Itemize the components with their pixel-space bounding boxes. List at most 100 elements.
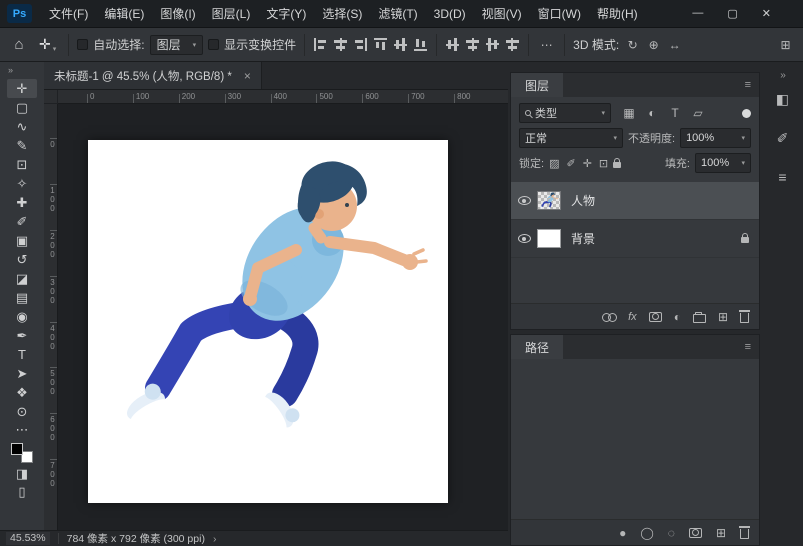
show-transform-checkbox[interactable] bbox=[208, 39, 220, 50]
menu-type[interactable]: 文字(Y) bbox=[258, 0, 314, 28]
layer-thumbnail[interactable] bbox=[537, 229, 561, 248]
layer-row-background[interactable]: 背景 bbox=[511, 220, 759, 258]
zoom-tool[interactable]: ⊙ bbox=[7, 402, 37, 421]
lock-move-icon[interactable]: ✛ bbox=[583, 157, 592, 170]
path-mask-icon[interactable] bbox=[688, 527, 702, 538]
toolbar-more-icon[interactable]: ⋯ bbox=[7, 421, 37, 439]
close-tab-icon[interactable]: × bbox=[244, 69, 251, 83]
gradient-tool[interactable]: ▤ bbox=[7, 288, 37, 307]
brush-tool[interactable]: ✐ bbox=[7, 212, 37, 231]
status-options-chevron[interactable]: › bbox=[213, 533, 217, 545]
artboard[interactable] bbox=[88, 140, 448, 503]
stroke-path-icon[interactable]: ◯ bbox=[640, 526, 653, 540]
hand-tool[interactable]: ❖ bbox=[7, 383, 37, 402]
fill-path-icon[interactable]: ● bbox=[619, 526, 626, 540]
color-swatches[interactable] bbox=[11, 443, 33, 463]
align-center-horizontal-icon[interactable] bbox=[333, 37, 349, 52]
toolbar-expand-icon[interactable]: » bbox=[0, 62, 44, 79]
align-center-vertical-icon[interactable] bbox=[393, 37, 409, 52]
path-selection-tool[interactable]: ➤ bbox=[7, 364, 37, 383]
menu-filter[interactable]: 滤镜(T) bbox=[370, 0, 425, 28]
distribute-bottom-icon[interactable] bbox=[505, 37, 521, 52]
menu-layer[interactable]: 图层(L) bbox=[204, 0, 259, 28]
menu-edit[interactable]: 编辑(E) bbox=[96, 0, 152, 28]
quick-mask-icon[interactable]: ◨ bbox=[7, 465, 37, 483]
vertical-ruler[interactable]: 0 100 200 300 400 500 600 700 bbox=[44, 104, 58, 530]
3d-pan-icon[interactable]: ⊕ bbox=[645, 38, 662, 52]
move-tool[interactable]: ✛ bbox=[7, 79, 37, 98]
lock-transparent-icon[interactable]: ▨ bbox=[549, 157, 559, 170]
eraser-tool[interactable]: ◪ bbox=[7, 269, 37, 288]
brush-settings-panel-icon[interactable]: ✐ bbox=[776, 130, 789, 147]
tab-paths[interactable]: 路径 bbox=[511, 335, 564, 359]
more-options-icon[interactable]: ⋯ bbox=[537, 35, 556, 54]
blend-mode-dropdown[interactable]: 正常 ▾ bbox=[519, 128, 623, 148]
close-button[interactable]: ✕ bbox=[762, 7, 771, 20]
distribute-top-icon[interactable] bbox=[485, 37, 501, 52]
foreground-color-swatch[interactable] bbox=[11, 443, 23, 455]
tab-layers[interactable]: 图层 bbox=[511, 73, 564, 97]
current-tool-preset[interactable]: ✛ ▾ bbox=[35, 34, 60, 55]
history-brush-tool[interactable]: ↺ bbox=[7, 250, 37, 269]
3d-rotate-icon[interactable]: ↻ bbox=[624, 38, 641, 52]
new-layer-icon[interactable]: ⊞ bbox=[718, 310, 728, 324]
blur-tool[interactable]: ◉ bbox=[7, 307, 37, 326]
new-path-icon[interactable]: ⊞ bbox=[716, 526, 726, 540]
fill-dropdown[interactable]: 100% ▾ bbox=[695, 153, 751, 173]
clone-stamp-tool[interactable]: ▣ bbox=[7, 231, 37, 250]
filter-pixel-icon[interactable]: ▦ bbox=[622, 106, 636, 120]
layer-style-icon[interactable]: fx bbox=[628, 311, 637, 323]
menu-select[interactable]: 选择(S) bbox=[314, 0, 370, 28]
filter-shape-icon[interactable]: ▱ bbox=[691, 106, 705, 120]
filter-type-icon[interactable]: T bbox=[668, 106, 682, 120]
align-left-icon[interactable] bbox=[313, 37, 329, 52]
pen-tool[interactable]: ✒ bbox=[7, 326, 37, 345]
menu-file[interactable]: 文件(F) bbox=[41, 0, 96, 28]
menu-view[interactable]: 视图(V) bbox=[474, 0, 530, 28]
align-right-icon[interactable] bbox=[353, 37, 369, 52]
horizontal-ruler[interactable]: 0 100 200 300 400 500 600 700 800 bbox=[58, 90, 508, 104]
load-selection-icon[interactable]: ◌ bbox=[668, 526, 675, 540]
auto-select-checkbox[interactable] bbox=[77, 39, 89, 50]
distribute-horizontal-icon[interactable] bbox=[465, 37, 481, 52]
lock-artboard-icon[interactable]: ⊡ bbox=[599, 157, 608, 170]
layer-name[interactable]: 背景 bbox=[571, 230, 595, 247]
screen-mode-icon[interactable]: ▯ bbox=[7, 483, 37, 501]
eyedropper-tool[interactable]: ✧ bbox=[7, 174, 37, 193]
maximize-button[interactable]: ▢ bbox=[727, 7, 737, 20]
align-bottom-icon[interactable] bbox=[413, 37, 429, 52]
filter-adjustment-icon[interactable]: ◐ bbox=[645, 106, 659, 120]
menu-help[interactable]: 帮助(H) bbox=[589, 0, 646, 28]
type-tool[interactable]: T bbox=[7, 345, 37, 364]
align-top-icon[interactable] bbox=[373, 37, 389, 52]
menu-window[interactable]: 窗口(W) bbox=[530, 0, 589, 28]
link-layers-icon[interactable] bbox=[602, 312, 618, 322]
delete-path-icon[interactable] bbox=[739, 526, 750, 539]
visibility-toggle[interactable] bbox=[511, 234, 537, 243]
adjustment-layer-icon[interactable]: ◐ bbox=[674, 310, 681, 324]
properties-panel-icon[interactable]: ≡ bbox=[776, 169, 789, 185]
visibility-toggle[interactable] bbox=[511, 196, 537, 205]
panel-menu-icon[interactable]: ≡ bbox=[745, 341, 759, 353]
panel-menu-icon[interactable]: ≡ bbox=[745, 79, 759, 91]
3d-scale-icon[interactable]: ↔ bbox=[666, 38, 683, 52]
layer-filter-dropdown[interactable]: 类型 ▾ bbox=[519, 103, 611, 123]
delete-layer-icon[interactable] bbox=[739, 310, 750, 323]
add-mask-icon[interactable] bbox=[648, 311, 662, 322]
minimize-button[interactable]: — bbox=[692, 7, 703, 20]
rectangular-marquee-tool[interactable]: ▢ bbox=[7, 98, 37, 117]
new-group-icon[interactable] bbox=[692, 311, 706, 323]
lock-paint-icon[interactable]: ✐ bbox=[566, 157, 575, 170]
layer-thumbnail[interactable] bbox=[537, 191, 561, 210]
ruler-origin[interactable] bbox=[44, 90, 58, 104]
menu-3d[interactable]: 3D(D) bbox=[426, 0, 474, 28]
workspace-switcher-icon[interactable]: ⊞ bbox=[776, 35, 795, 54]
distribute-vertical-icon[interactable] bbox=[445, 37, 461, 52]
layer-name[interactable]: 人物 bbox=[571, 192, 595, 209]
collapse-panels-icon[interactable]: » bbox=[780, 70, 785, 81]
quick-selection-tool[interactable]: ✎ bbox=[7, 136, 37, 155]
spot-healing-tool[interactable]: ✚ bbox=[7, 193, 37, 212]
home-icon[interactable]: ⌂ bbox=[8, 36, 30, 53]
lasso-tool[interactable]: ∿ bbox=[7, 117, 37, 136]
layer-row-character[interactable]: 人物 bbox=[511, 182, 759, 220]
